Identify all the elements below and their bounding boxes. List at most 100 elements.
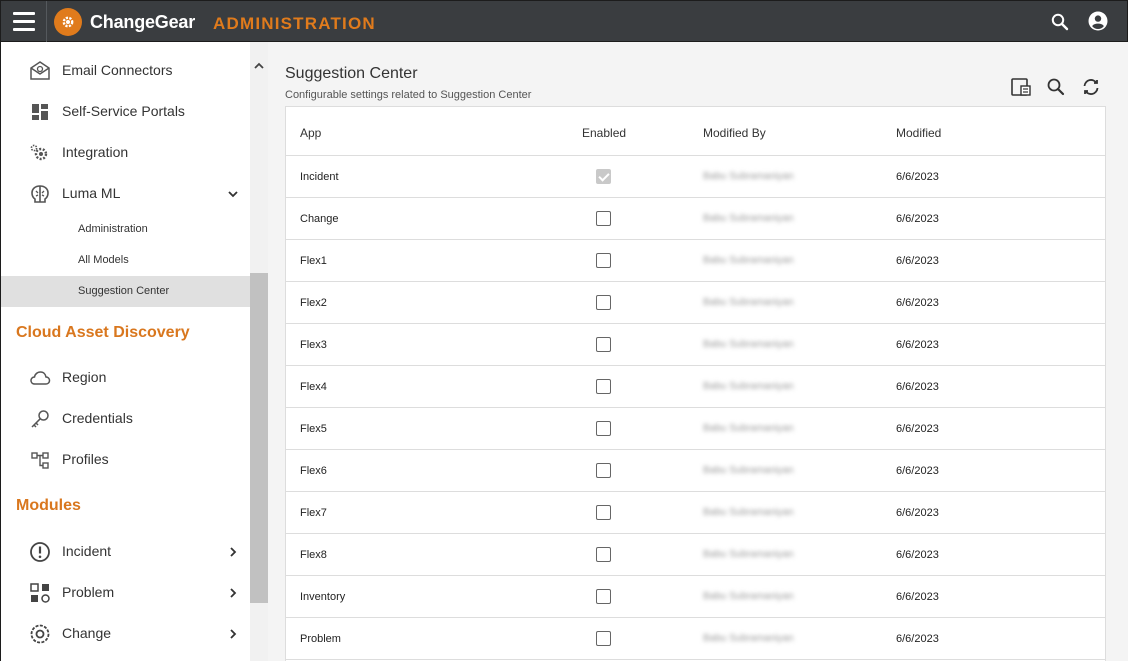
cell-modified-by: Babu Subramaniyan	[703, 591, 794, 602]
table-row[interactable]: Flex7 Babu Subramaniyan 6/6/2023	[286, 492, 1105, 534]
cell-app: Change	[300, 213, 339, 225]
enabled-checkbox[interactable]	[596, 337, 611, 352]
cell-modified: 6/6/2023	[896, 507, 939, 519]
cell-modified: 6/6/2023	[896, 171, 939, 183]
column-header-app[interactable]: App	[300, 126, 321, 140]
chevron-right-icon[interactable]	[227, 627, 239, 645]
cell-modified: 6/6/2023	[896, 633, 939, 645]
table-row[interactable]: Flex1 Babu Subramaniyan 6/6/2023	[286, 240, 1105, 282]
sidebar-item-profiles[interactable]: Profiles	[1, 441, 250, 479]
cell-modified-by: Babu Subramaniyan	[703, 213, 794, 224]
menu-icon[interactable]	[13, 12, 35, 32]
chevron-right-icon[interactable]	[227, 586, 239, 604]
chevron-down-icon[interactable]	[227, 187, 239, 205]
cell-modified-by: Babu Subramaniyan	[703, 507, 794, 518]
enabled-checkbox[interactable]	[596, 631, 611, 646]
email-connector-icon	[29, 60, 51, 82]
table-row[interactable]: Flex2 Babu Subramaniyan 6/6/2023	[286, 282, 1105, 324]
cell-modified: 6/6/2023	[896, 339, 939, 351]
sidebar-item-incident[interactable]: Incident	[1, 533, 250, 571]
grid-tiles-icon	[29, 101, 51, 123]
column-header-modified[interactable]: Modified	[896, 126, 941, 140]
sidebar-item-change[interactable]: Change	[1, 615, 250, 653]
table-row[interactable]: Problem Babu Subramaniyan 6/6/2023	[286, 618, 1105, 660]
search-icon[interactable]	[1045, 76, 1067, 98]
sidebar-item-label: Profiles	[62, 451, 109, 467]
chevron-up-icon[interactable]	[254, 58, 264, 76]
column-chooser-icon[interactable]	[1010, 76, 1032, 98]
sidebar-item-label: Luma ML	[62, 185, 121, 201]
user-account-icon[interactable]	[1088, 11, 1108, 36]
sidebar-subitem-label: Administration	[78, 223, 148, 235]
enabled-checkbox[interactable]	[596, 463, 611, 478]
cell-modified-by: Babu Subramaniyan	[703, 633, 794, 644]
cell-app: Flex1	[300, 255, 327, 267]
page-subtitle: Configurable settings related to Suggest…	[285, 89, 532, 101]
cell-modified-by: Babu Subramaniyan	[703, 255, 794, 266]
cell-modified-by: Babu Subramaniyan	[703, 423, 794, 434]
sidebar-item-label: Integration	[62, 144, 129, 160]
enabled-checkbox[interactable]	[596, 295, 611, 310]
cell-modified: 6/6/2023	[896, 591, 939, 603]
table-row[interactable]: Change Babu Subramaniyan 6/6/2023	[286, 198, 1105, 240]
table-row[interactable]: Flex4 Babu Subramaniyan 6/6/2023	[286, 366, 1105, 408]
cell-app: Flex8	[300, 549, 327, 561]
cloud-icon	[29, 367, 51, 389]
table-row[interactable]: Inventory Babu Subramaniyan 6/6/2023	[286, 576, 1105, 618]
enabled-checkbox[interactable]	[596, 547, 611, 562]
sidebar-item-luma-ml[interactable]: Luma ML	[1, 175, 250, 213]
sidebar-item-self-service-portals[interactable]: Self-Service Portals	[1, 93, 250, 131]
enabled-checkbox[interactable]	[596, 169, 611, 184]
refresh-icon[interactable]	[1080, 76, 1102, 98]
sidebar-subitem-label: Suggestion Center	[78, 285, 170, 297]
sidebar-item-problem[interactable]: Problem	[1, 574, 250, 612]
divider	[46, 1, 47, 42]
cell-modified-by: Babu Subramaniyan	[703, 549, 794, 560]
sidebar-item-label: Change	[62, 625, 112, 641]
hierarchy-icon	[29, 449, 51, 471]
brand-name[interactable]: ChangeGear	[90, 12, 195, 33]
gear-logo-icon	[54, 8, 82, 36]
sidebar-subitem-suggestion-center[interactable]: Suggestion Center	[1, 276, 250, 307]
cell-app: Incident	[300, 171, 339, 183]
table-row[interactable]: Incident Babu Subramaniyan 6/6/2023	[286, 156, 1105, 198]
enabled-checkbox[interactable]	[596, 253, 611, 268]
cell-modified: 6/6/2023	[896, 297, 939, 309]
enabled-checkbox[interactable]	[596, 589, 611, 604]
cell-modified: 6/6/2023	[896, 549, 939, 561]
key-icon	[29, 408, 51, 430]
cell-app: Flex7	[300, 507, 327, 519]
table-row[interactable]: Flex8 Babu Subramaniyan 6/6/2023	[286, 534, 1105, 576]
sidebar-subitem-label: All Models	[78, 254, 129, 266]
sidebar-item-region[interactable]: Region	[1, 359, 250, 397]
table-row[interactable]: Flex6 Babu Subramaniyan 6/6/2023	[286, 450, 1105, 492]
cell-app: Problem	[300, 633, 341, 645]
sidebar-item-label: Problem	[62, 584, 115, 600]
sidebar-scrollbar[interactable]	[250, 42, 268, 661]
enabled-checkbox[interactable]	[596, 211, 611, 226]
sidebar-item-label: Credentials	[62, 410, 133, 426]
enabled-checkbox[interactable]	[596, 379, 611, 394]
cell-app: Inventory	[300, 591, 346, 603]
table-row[interactable]: Flex3 Babu Subramaniyan 6/6/2023	[286, 324, 1105, 366]
column-header-enabled[interactable]: Enabled	[582, 126, 626, 140]
cell-modified-by: Babu Subramaniyan	[703, 339, 794, 350]
sidebar-subitem-administration[interactable]: Administration	[1, 214, 250, 245]
cell-modified-by: Babu Subramaniyan	[703, 381, 794, 392]
column-header-modified-by[interactable]: Modified By	[703, 126, 766, 140]
enabled-checkbox[interactable]	[596, 505, 611, 520]
page-title: Suggestion Center	[285, 65, 418, 82]
sidebar-item-email-connectors[interactable]: Email Connectors	[1, 52, 250, 90]
sidebar-item-credentials[interactable]: Credentials	[1, 400, 250, 438]
brain-icon	[29, 183, 51, 205]
cell-modified-by: Babu Subramaniyan	[703, 465, 794, 476]
alert-circle-icon	[29, 541, 51, 563]
search-icon[interactable]	[1050, 12, 1070, 37]
sidebar-subitem-all-models[interactable]: All Models	[1, 245, 250, 276]
enabled-checkbox[interactable]	[596, 421, 611, 436]
sidebar-item-integration[interactable]: Integration	[1, 134, 250, 172]
group-header-modules: Modules	[16, 497, 81, 514]
chevron-right-icon[interactable]	[227, 545, 239, 563]
scrollbar-thumb[interactable]	[250, 273, 268, 603]
table-row[interactable]: Flex5 Babu Subramaniyan 6/6/2023	[286, 408, 1105, 450]
